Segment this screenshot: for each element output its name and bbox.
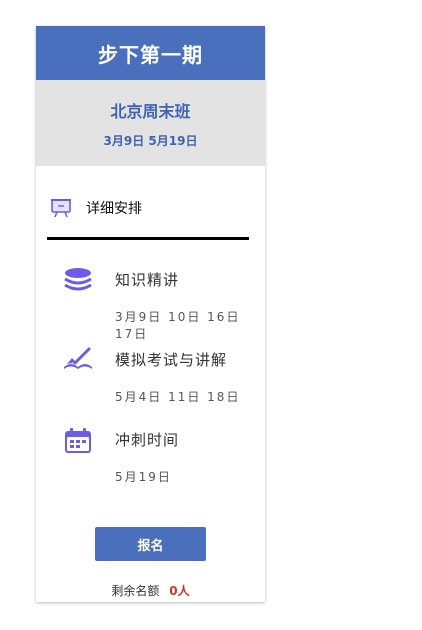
calendar-icon (63, 427, 93, 455)
agenda-title: 模拟考试与讲解 (115, 351, 228, 369)
event-dates: 3月9日 5月19日 (103, 133, 198, 148)
agenda-date: 3月9日 10日 16日 17日 (115, 310, 241, 341)
details-label: 详细安排 (86, 201, 142, 217)
card-header: 步下第一期 (36, 26, 265, 80)
remaining-seats: 剩余名额 0人 (36, 582, 265, 599)
remaining-seats-label: 剩余名额 (111, 584, 160, 598)
presentation-board-icon (50, 198, 72, 218)
event-card: 步下第一期 北京周末班 3月9日 5月19日 详细安排 知识精讲 3月9日 10… (36, 26, 265, 602)
divider (47, 237, 249, 240)
page-title: 步下第一期 (98, 42, 203, 67)
agenda-date: 5月4日 11日 18日 (115, 390, 241, 404)
agenda-title: 冲刺时间 (115, 431, 180, 449)
agenda-title: 知识精讲 (115, 271, 180, 289)
event-location: 北京周末班 (110, 101, 191, 121)
agenda-date: 5月19日 (115, 470, 172, 484)
agenda-item-mock-exam: 模拟考试与讲解 5月4日 11日 18日 (63, 347, 240, 405)
agenda-item-lectures: 知识精讲 3月9日 10日 16日 17日 (63, 267, 265, 342)
signup-button[interactable]: 报名 (95, 527, 206, 561)
stack-icon (63, 267, 93, 295)
agenda-item-sprint: 冲刺时间 5月19日 (63, 427, 179, 485)
details-heading: 详细安排 (50, 198, 142, 218)
remaining-seats-count: 0人 (169, 584, 190, 598)
writing-icon (63, 347, 93, 371)
event-info: 北京周末班 3月9日 5月19日 (36, 80, 265, 166)
